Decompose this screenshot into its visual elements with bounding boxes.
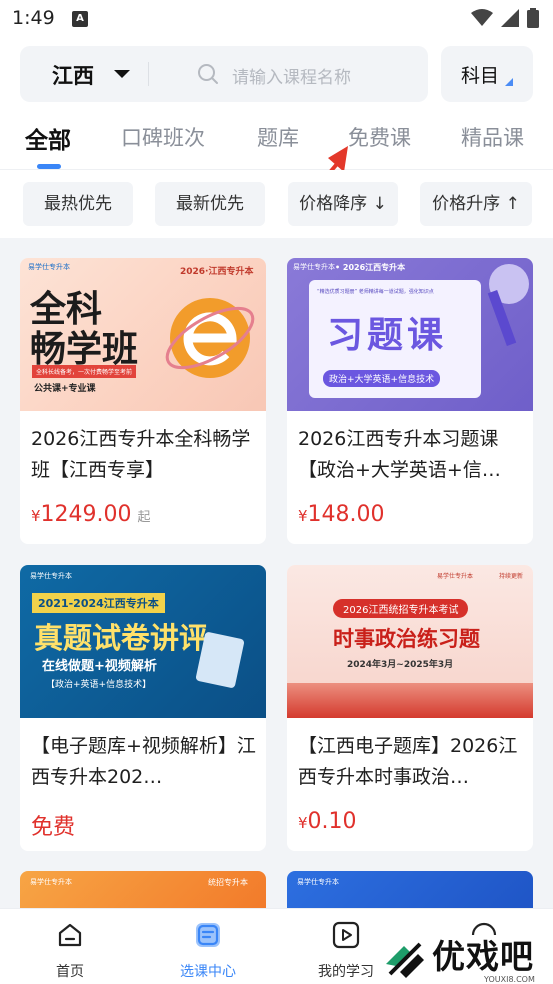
tab-all[interactable]: 全部 bbox=[25, 121, 71, 155]
brand-logo: 易学仕专升本 bbox=[30, 878, 72, 886]
course-card[interactable]: 易学仕专升本 2021-2024江西专升本 真题试卷讲评 在线做题+视频解析 【… bbox=[20, 565, 266, 851]
watermark-logo-icon bbox=[386, 942, 424, 978]
brand-logo: 易学仕专升本 bbox=[437, 573, 474, 580]
thumb-tag: • 2026江西专升本 bbox=[335, 263, 406, 272]
course-card[interactable]: 易学仕专升本 持续更新 2026江西统招专升本考试 时事政治练习题 2024年3… bbox=[287, 565, 533, 851]
thumb-headline: 时事政治练习题 bbox=[333, 627, 480, 651]
thumb-headline: 真题试卷讲评 bbox=[34, 621, 209, 655]
sort-price-desc-button[interactable]: 价格降序 ↓ bbox=[288, 182, 398, 226]
sort-hottest-button[interactable]: 最热优先 bbox=[23, 182, 133, 226]
thumb-headline: 习题课 bbox=[327, 315, 448, 356]
course-title: 2026江西专升本习题课【政治+大学英语+信… bbox=[298, 428, 501, 481]
course-card[interactable]: 易学仕专升本 2026·江西专升本 全科 畅学班 全科长线备考，一次付费畅学至考… bbox=[20, 258, 266, 544]
status-time: 1:49 bbox=[12, 7, 55, 29]
nav-course-center[interactable]: 选课中心 bbox=[168, 919, 248, 981]
active-tab-indicator bbox=[37, 164, 61, 169]
thumb-tag: 2021-2024江西专升本 bbox=[32, 593, 165, 613]
search-input[interactable]: 请输入课程名称 bbox=[232, 63, 351, 88]
sort-bar: 最热优先 最新优先 价格降序 ↓ 价格升序 ↑ bbox=[0, 170, 553, 238]
play-icon bbox=[332, 921, 360, 949]
status-icons bbox=[471, 8, 539, 28]
course-price: ¥148.00 bbox=[298, 502, 385, 527]
course-thumbnail: 易学仕专升本 • 2026江西专升本 “精选优质习题册” 老师精讲每一道试题，强… bbox=[287, 258, 533, 411]
brand-logo: 易学仕专升本 bbox=[28, 263, 70, 271]
course-thumbnail: 易学仕专升本 持续更新 2026江西统招专升本考试 时事政治练习题 2024年3… bbox=[287, 565, 533, 718]
thumb-tagline: 全科长线备考，一次付费畅学至考前 bbox=[32, 365, 137, 378]
thumb-footer: 【政治+英语+信息技术】 bbox=[46, 680, 152, 690]
category-tabs: 全部 口碑班次 题库 免费课 精品课 bbox=[0, 110, 553, 170]
home-icon bbox=[58, 923, 82, 947]
divider bbox=[148, 62, 149, 86]
course-title: 【江西电子题库】2026江西专升本时事政治… bbox=[298, 735, 518, 788]
subject-label: 科目 bbox=[461, 65, 500, 87]
thumb-tagline: “精选优质习题册” 老师精讲每一道试题，强化知识点 bbox=[317, 289, 434, 295]
signal-icon bbox=[501, 9, 519, 27]
sort-newest-button[interactable]: 最新优先 bbox=[155, 182, 265, 226]
search-icon bbox=[198, 64, 218, 84]
nav-home[interactable]: 首页 bbox=[38, 919, 102, 981]
search-box: 江西 请输入课程名称 bbox=[20, 46, 428, 102]
brand-logo: 易学仕专升本 bbox=[293, 263, 335, 271]
notification-a-icon: A bbox=[72, 11, 88, 27]
course-card[interactable]: 易学仕专升本 • 2026江西专升本 “精选优质习题册” 老师精讲每一道试题，强… bbox=[287, 258, 533, 544]
thumb-corner: 持续更新 bbox=[499, 573, 524, 580]
region-dropdown-icon[interactable] bbox=[114, 70, 130, 78]
course-center-icon bbox=[196, 923, 220, 947]
thumb-line2: 在线做题+视频解析 bbox=[42, 659, 157, 674]
subject-filter-button[interactable]: 科目 bbox=[441, 46, 533, 102]
brand-logo: 易学仕专升本 bbox=[30, 572, 72, 580]
thumb-footer: 政治+大学英语+信息技术 bbox=[323, 370, 441, 387]
watermark-url: YOUXI8.COM bbox=[484, 975, 535, 984]
course-thumbnail: 易学仕专升本 2021-2024江西专升本 真题试卷讲评 在线做题+视频解析 【… bbox=[20, 565, 266, 718]
thumb-ribbon: 2026江西统招专升本考试 bbox=[333, 599, 469, 618]
course-price: 免费 bbox=[31, 815, 76, 840]
nav-label: 我的学习 bbox=[318, 964, 374, 980]
status-bar: 1:49 A bbox=[0, 0, 553, 38]
course-card[interactable]: 易学仕专升本 统招专升本 bbox=[20, 871, 266, 911]
region-selector[interactable]: 江西 bbox=[52, 60, 94, 90]
thumb-tag: 2026·江西专升本 bbox=[180, 267, 254, 277]
search-header: 江西 请输入课程名称 科目 bbox=[0, 38, 553, 110]
course-price: ¥1249.00 起 bbox=[31, 502, 151, 527]
watermark: 优戏吧 YOUXI8.COM bbox=[376, 930, 553, 984]
tab-premium[interactable]: 精品课 bbox=[461, 122, 524, 152]
brand-logo: 易学仕专升本 bbox=[297, 878, 339, 886]
thumb-footer: 公共课+专业课 bbox=[34, 384, 96, 394]
nav-my-study[interactable]: 我的学习 bbox=[306, 919, 386, 981]
course-thumbnail: 易学仕专升本 2026·江西专升本 全科 畅学班 全科长线备考，一次付费畅学至考… bbox=[20, 258, 266, 411]
wifi-icon bbox=[471, 9, 493, 26]
tab-reputation[interactable]: 口碑班次 bbox=[121, 122, 205, 152]
watermark-text: 优戏吧 bbox=[432, 937, 534, 976]
thumb-tag: 统招专升本 bbox=[208, 878, 248, 887]
e-letter-icon bbox=[165, 298, 255, 378]
course-title: 2026江西专升本全科畅学班【江西专享】 bbox=[31, 428, 251, 481]
nav-label: 首页 bbox=[56, 964, 84, 980]
course-price: ¥0.10 bbox=[298, 809, 357, 834]
course-title: 【电子题库+视频解析】江西专升本202… bbox=[31, 735, 256, 788]
battery-icon bbox=[527, 8, 539, 28]
document-icon bbox=[195, 631, 245, 689]
pencil-icon bbox=[487, 264, 529, 347]
thumb-dates: 2024年3月~2025年3月 bbox=[347, 660, 454, 670]
nav-label: 选课中心 bbox=[180, 964, 236, 980]
corner-triangle-icon bbox=[505, 78, 513, 86]
sort-price-asc-button[interactable]: 价格升序 ↑ bbox=[420, 182, 532, 226]
city-skyline bbox=[287, 683, 533, 718]
course-card[interactable]: 易学仕专升本 bbox=[287, 871, 533, 911]
